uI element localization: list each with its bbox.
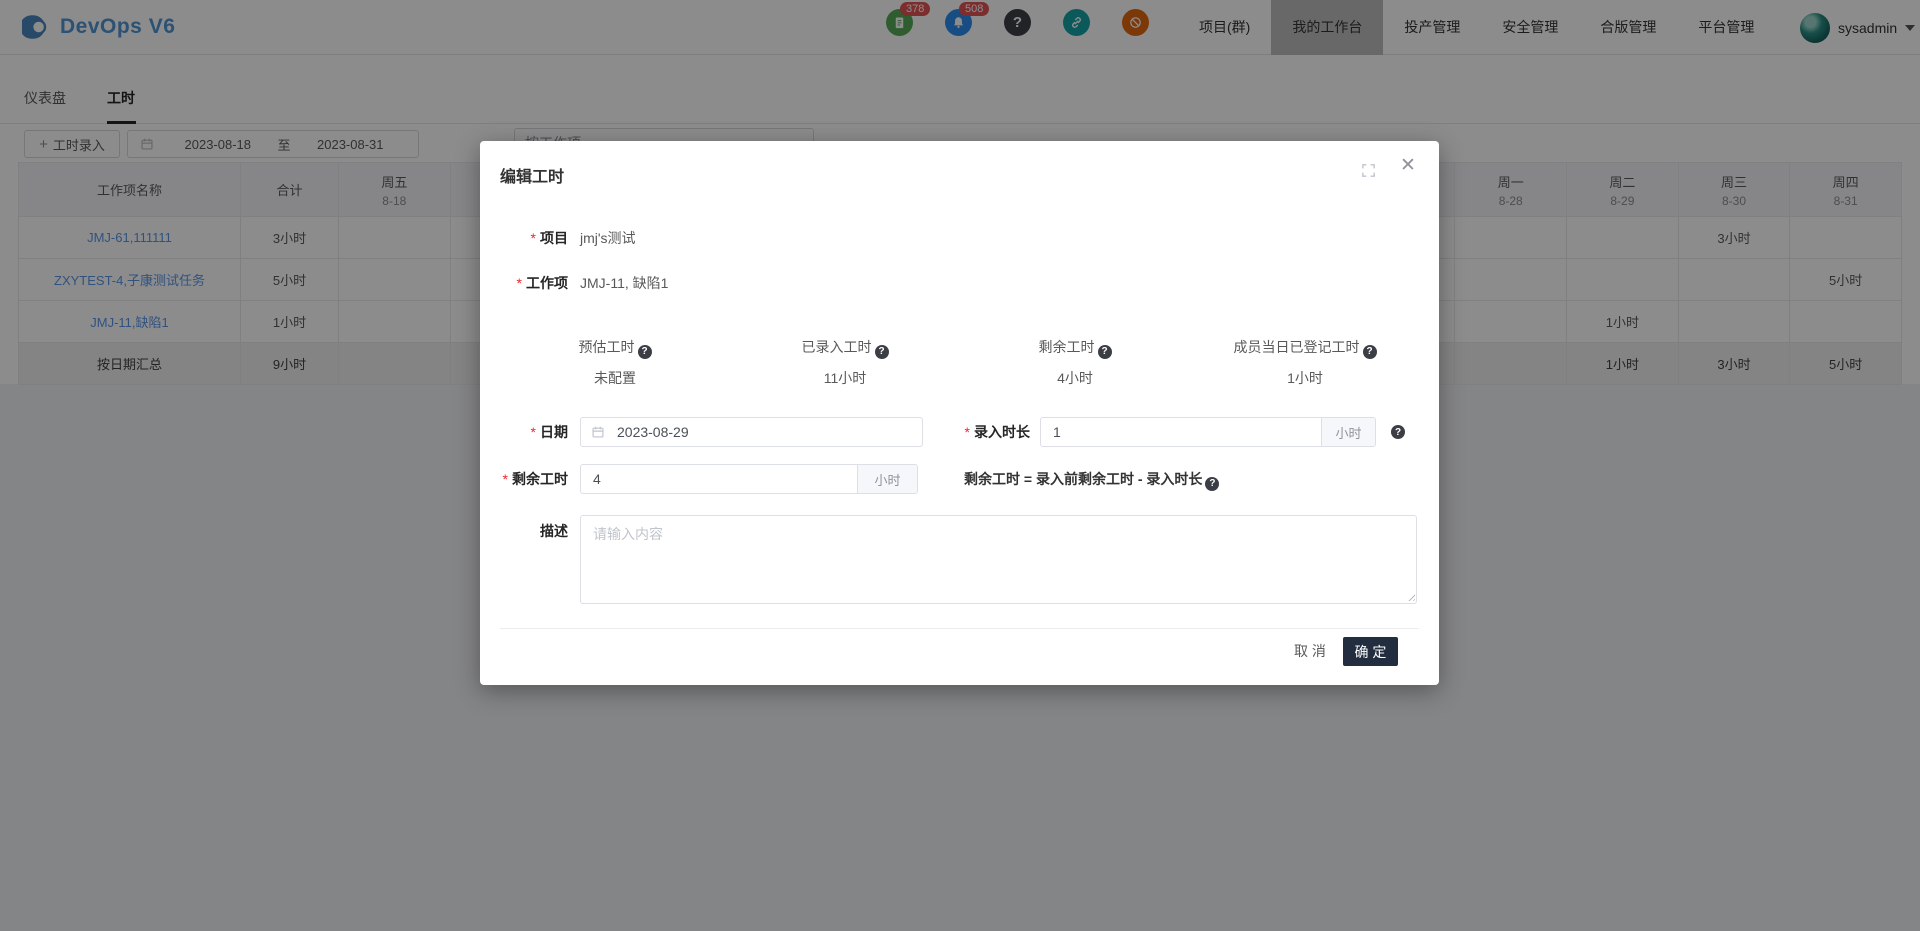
fullscreen-icon[interactable] (1360, 162, 1377, 179)
help-icon[interactable]: ? (1098, 345, 1112, 359)
description-textarea[interactable] (580, 515, 1417, 604)
duration-help-icon[interactable]: ? (1391, 425, 1405, 439)
stat-label: 预估工时? (500, 337, 730, 359)
stat-label: 成员当日已登记工时? (1190, 337, 1420, 359)
date-input[interactable]: 2023-08-29 (580, 417, 923, 447)
footer-divider (500, 628, 1419, 629)
project-label: *项目 (480, 227, 568, 249)
stat-label: 已录入工时? (730, 337, 960, 359)
confirm-button[interactable]: 确 定 (1343, 637, 1398, 666)
duration-input-value: 1 (1041, 424, 1321, 440)
cancel-button[interactable]: 取 消 (1280, 637, 1340, 666)
remaining-input-value: 4 (581, 471, 857, 487)
duration-unit-addon: 小时 (1321, 418, 1375, 446)
remaining-unit-addon: 小时 (857, 465, 917, 493)
stat-item: 成员当日已登记工时? 1小时 (1190, 337, 1420, 388)
dialog-title: 编辑工时 (500, 163, 564, 187)
date-label: *日期 (480, 417, 568, 447)
stat-item: 剩余工时? 4小时 (960, 337, 1190, 388)
duration-input[interactable]: 1 小时 (1040, 417, 1376, 447)
required-asterisk: * (531, 424, 536, 440)
workitem-label: *工作项 (480, 272, 568, 294)
remaining-input[interactable]: 4 小时 (580, 464, 918, 494)
stat-value: 未配置 (500, 368, 730, 388)
date-input-value: 2023-08-29 (605, 424, 922, 440)
stat-value: 1小时 (1190, 368, 1420, 388)
required-asterisk: * (531, 230, 536, 246)
stat-value: 11小时 (730, 368, 960, 388)
help-icon[interactable]: ? (638, 345, 652, 359)
required-asterisk: * (965, 424, 970, 440)
stat-item: 已录入工时? 11小时 (730, 337, 960, 388)
close-icon[interactable]: ✕ (1400, 156, 1416, 175)
remaining-label: *剩余工时 (480, 464, 568, 494)
stat-label: 剩余工时? (960, 337, 1190, 359)
stat-item: 预估工时? 未配置 (500, 337, 730, 388)
duration-label: *录入时长 (920, 417, 1030, 447)
help-icon[interactable]: ? (875, 345, 889, 359)
required-asterisk: * (503, 471, 508, 487)
remaining-formula: 剩余工时 = 录入前剩余工时 - 录入时长? (964, 464, 1219, 494)
project-value: jmj's测试 (580, 227, 636, 249)
required-asterisk: * (517, 275, 522, 291)
calendar-icon (591, 425, 605, 439)
description-label: 描述 (480, 521, 568, 541)
edit-worktime-dialog: 编辑工时 ✕ *项目 jmj's测试 *工作项 JMJ-11, 缺陷1 预估工时… (480, 141, 1439, 685)
stat-value: 4小时 (960, 368, 1190, 388)
help-icon[interactable]: ? (1363, 345, 1377, 359)
workitem-value: JMJ-11, 缺陷1 (580, 272, 668, 294)
worktime-stats: 预估工时? 未配置已录入工时? 11小时剩余工时? 4小时成员当日已登记工时? 1小时 (500, 337, 1420, 388)
formula-help-icon[interactable]: ? (1205, 477, 1219, 491)
